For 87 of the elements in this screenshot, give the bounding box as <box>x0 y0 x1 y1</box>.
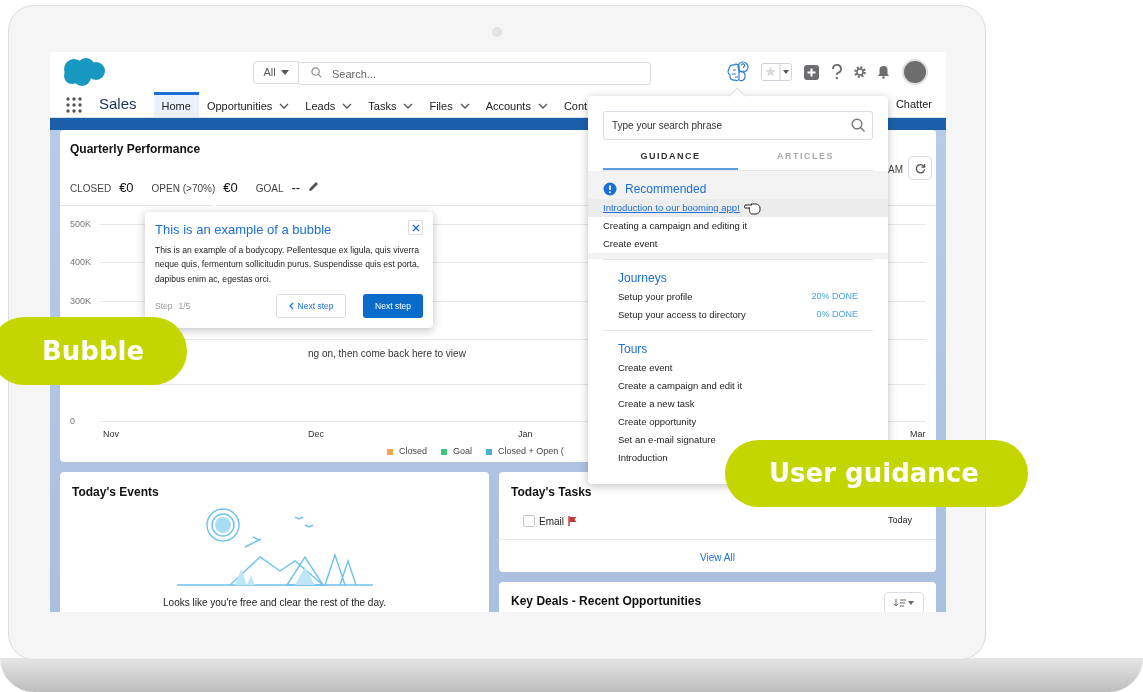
legend-label: Goal <box>453 445 473 458</box>
nav-tab[interactable]: Leads <box>297 92 361 117</box>
nav-tab[interactable]: Cont <box>555 92 588 117</box>
metric-value: €0 <box>223 179 238 197</box>
nav-tab[interactable]: Files <box>421 92 478 117</box>
previous-step-button[interactable]: Next step <box>276 294 346 318</box>
refresh-button[interactable] <box>908 156 932 180</box>
cloud-logo-icon[interactable] <box>62 57 106 87</box>
chevron-down-icon <box>537 103 548 109</box>
progress-status: 20% DONE <box>811 290 858 304</box>
card-title: Key Deals - Recent Opportunities <box>511 593 702 610</box>
caret-icon <box>280 69 289 75</box>
timestamp-text: AM <box>888 163 903 177</box>
guidance-item-link[interactable]: Create opportunity <box>618 414 697 430</box>
due-date: Today <box>887 514 912 528</box>
search-icon <box>851 118 865 132</box>
nav-tab[interactable]: Tasks <box>360 92 422 117</box>
axis-label: Mar <box>910 428 926 441</box>
guidance-item-link[interactable]: Create a new task <box>618 396 695 412</box>
alert-badge-icon <box>603 182 617 196</box>
guidance-item-link[interactable]: Create event <box>603 236 658 252</box>
chevron-down-icon <box>459 103 470 109</box>
callout-label: User guidance <box>725 440 1028 507</box>
legend-label: Closed + Open ( <box>498 445 564 458</box>
callout-label: Bubble <box>0 317 187 385</box>
nav-tab[interactable]: Accounts <box>477 92 556 117</box>
bubble-title: This is an example of a bubble <box>155 221 332 239</box>
axis-label: 300K <box>70 295 92 308</box>
empty-chart-message: ng on, then come back here to view <box>308 347 466 361</box>
search-field[interactable]: Search... <box>299 62 651 85</box>
pointing-hand-cursor-icon <box>743 201 762 215</box>
sort-icon <box>894 599 914 607</box>
guidance-item-link[interactable]: Introduction <box>618 450 668 466</box>
card-title: Quarterly Performance <box>70 141 201 158</box>
close-icon <box>411 223 420 232</box>
chevron-down-icon <box>342 103 353 109</box>
settings-icon[interactable] <box>853 65 867 79</box>
guidance-item-link[interactable]: Create event <box>618 360 673 376</box>
guidance-search-field[interactable]: Type your search phrase <box>603 111 873 140</box>
axis-label: Dec <box>308 428 324 441</box>
section-heading: Journeys <box>618 270 667 287</box>
task-name[interactable]: Email <box>539 513 565 529</box>
metric-label: CLOSED <box>70 182 112 196</box>
metric-value: €0 <box>119 179 134 197</box>
card-title: Today's Events <box>72 484 159 501</box>
chevron-down-icon <box>279 103 290 109</box>
axis-label: 500K <box>70 218 92 231</box>
empty-state-message: Looks like you're free and clear the rest of the day. <box>163 596 386 610</box>
next-step-button[interactable]: Next step <box>363 294 423 318</box>
search-icon <box>311 66 322 78</box>
metric-label: GOAL <box>255 182 284 196</box>
nav-tab[interactable]: Chatter <box>895 92 932 117</box>
guidance-item-link[interactable]: Set an e-mail signature <box>618 432 716 448</box>
guidance-item-link[interactable]: Setup your access to directory <box>618 307 746 323</box>
brain-question-icon[interactable] <box>727 61 749 83</box>
progress-status: 0% DONE <box>816 308 858 322</box>
notifications-bell-icon[interactable] <box>877 65 890 79</box>
section-heading: Recommended <box>625 181 707 198</box>
close-button[interactable] <box>408 220 423 235</box>
add-icon[interactable] <box>804 64 819 80</box>
chevron-left-icon <box>288 302 294 310</box>
guidance-item-link[interactable]: Setup your profile <box>618 289 693 305</box>
app-name: Sales <box>99 94 137 115</box>
axis-label: Nov <box>103 428 119 441</box>
axis-label: 400K <box>70 256 92 269</box>
step-label: Step <box>155 299 173 313</box>
nav-tab[interactable]: Home <box>153 92 199 117</box>
avatar[interactable] <box>902 59 928 85</box>
section-heading: Tours <box>618 341 648 358</box>
axis-label: Jan <box>518 428 533 441</box>
step-counter: 1/5 <box>178 299 191 313</box>
search-scope-dropdown[interactable]: All <box>253 60 299 84</box>
legend-label: Closed <box>399 445 427 458</box>
edit-pencil-icon[interactable] <box>308 181 320 192</box>
axis-label: 0 <box>70 415 75 428</box>
view-all-link[interactable]: View All <box>700 550 735 565</box>
metric-label: OPEN (>70%) <box>151 182 216 196</box>
card-title: Today's Tasks <box>511 484 593 501</box>
guidance-item-link[interactable]: Create a campaign and edit it <box>618 378 743 394</box>
app-launcher-icon[interactable] <box>66 96 82 113</box>
metric-value: -- <box>291 179 301 197</box>
chevron-down-icon <box>403 103 414 109</box>
nav-tab[interactable]: Opportunities <box>198 92 298 117</box>
refresh-icon <box>914 162 926 174</box>
task-checkbox[interactable] <box>523 515 536 527</box>
help-icon[interactable] <box>831 64 843 80</box>
bubble-body-text: This is an example of a bodycopy. Pellentesque ex ligula, quis viverra neque quis, fermentum sollicitudin purus. Suspendisse quis est porta, dapibus enim ac, egestas orci. <box>155 243 421 286</box>
